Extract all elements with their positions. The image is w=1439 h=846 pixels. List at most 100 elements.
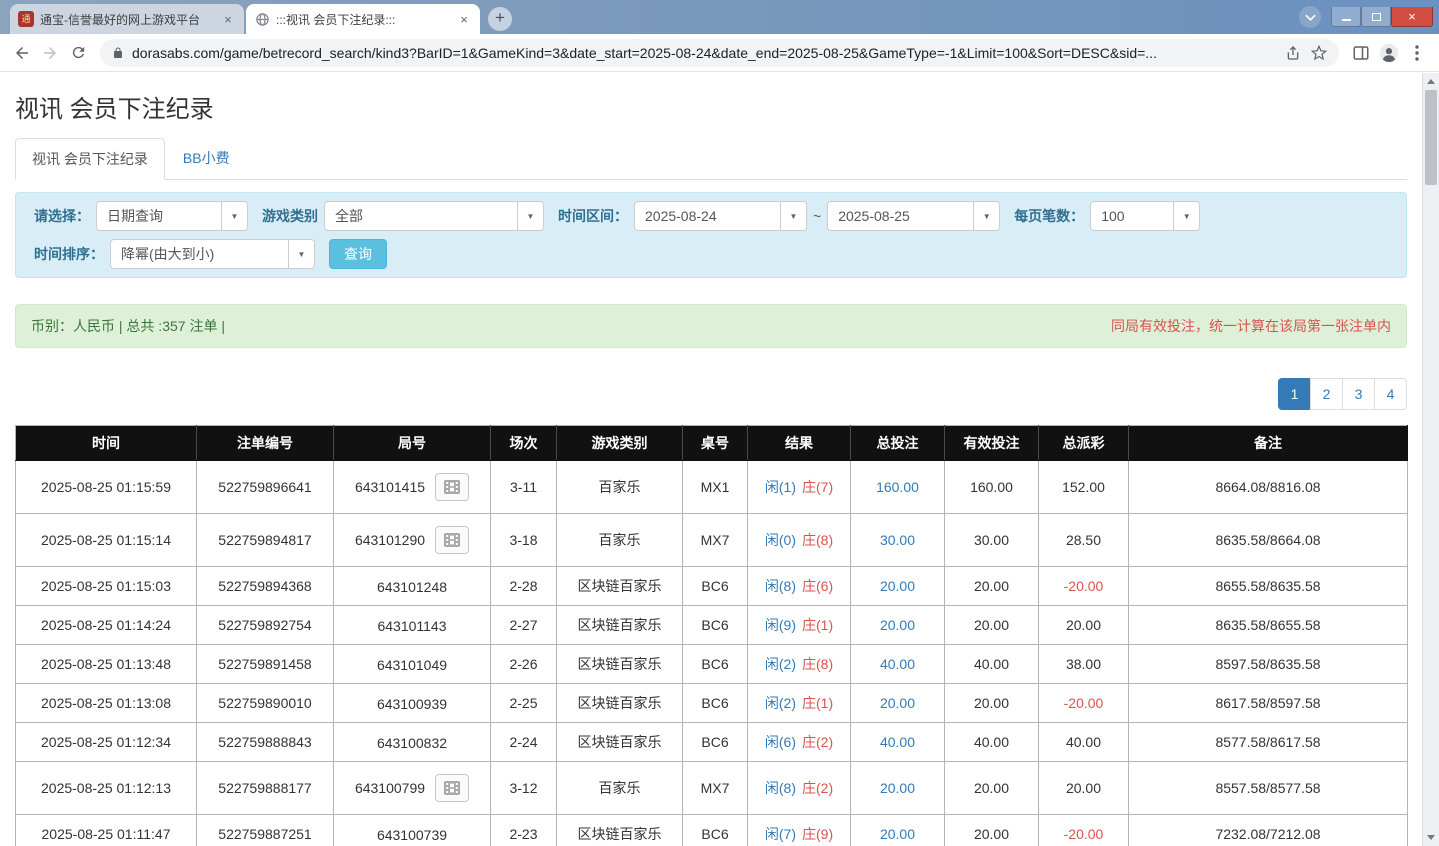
- bookmark-star-icon[interactable]: [1311, 45, 1327, 61]
- tab-betrecord[interactable]: 视讯 会员下注纪录: [15, 138, 165, 180]
- address-bar[interactable]: dorasabs.com/game/betrecord_search/kind3…: [100, 39, 1339, 67]
- page-button-2[interactable]: 2: [1310, 378, 1343, 410]
- browser-tab-active[interactable]: :::视讯 会员下注纪录::: ×: [246, 4, 480, 34]
- total-bet-link[interactable]: 40.00: [880, 734, 915, 750]
- cell-round-id: 643101049: [334, 645, 491, 684]
- col-header-bet-id: 注单编号: [197, 426, 334, 461]
- search-button[interactable]: 查询: [329, 239, 387, 269]
- cell-round-id: 643101143: [334, 606, 491, 645]
- scrollbar-down-arrow-icon[interactable]: [1423, 829, 1439, 846]
- cell-table-no: BC6: [683, 815, 748, 846]
- round-number: 643101415: [355, 479, 425, 495]
- cell-time: 2025-08-25 01:12:13: [16, 762, 197, 815]
- date-range-separator: ~: [813, 208, 821, 224]
- result-banker: 庄(7): [802, 479, 833, 495]
- back-icon[interactable]: [8, 39, 36, 67]
- forward-icon[interactable]: [36, 39, 64, 67]
- scrollbar-thumb[interactable]: [1425, 90, 1437, 185]
- window-maximize-button[interactable]: [1361, 7, 1391, 27]
- result-banker: 庄(8): [802, 656, 833, 672]
- page-button-1[interactable]: 1: [1278, 378, 1311, 410]
- total-bet-link[interactable]: 20.00: [880, 826, 915, 842]
- total-bet-link[interactable]: 20.00: [880, 695, 915, 711]
- total-bet-link[interactable]: 20.00: [880, 780, 915, 796]
- window-minimize-button[interactable]: [1331, 7, 1361, 27]
- table-header-row: 时间 注单编号 局号 场次 游戏类别 桌号 结果 总投注 有效投注 总派彩 备注: [16, 426, 1408, 461]
- result-banker: 庄(2): [802, 734, 833, 750]
- result-player: 闲(9): [765, 617, 796, 633]
- tab-search-chevron-icon[interactable]: [1299, 6, 1321, 28]
- cell-result: 闲(2)庄(8): [748, 645, 851, 684]
- table-row: 2025-08-25 01:12:13 522759888177 6431007…: [16, 762, 1408, 815]
- cell-round-id: 643101248: [334, 567, 491, 606]
- browser-menu-icon[interactable]: [1403, 39, 1431, 67]
- chevron-down-icon[interactable]: ▼: [288, 240, 314, 268]
- url-text[interactable]: dorasabs.com/game/betrecord_search/kind3…: [132, 45, 1275, 61]
- tab-close-icon[interactable]: ×: [220, 12, 236, 27]
- cell-time: 2025-08-25 01:14:24: [16, 606, 197, 645]
- total-bet-link[interactable]: 30.00: [880, 532, 915, 548]
- cell-time: 2025-08-25 01:15:14: [16, 514, 197, 567]
- share-icon[interactable]: [1285, 45, 1301, 61]
- date-start-select[interactable]: 2025-08-24 ▼: [634, 201, 807, 231]
- page-content: 视讯 会员下注纪录 视讯 会员下注纪录 BB小费 请选择： 日期查询 ▼ 游戏类…: [0, 73, 1422, 846]
- film-icon: [444, 533, 460, 547]
- cell-payout: 20.00: [1039, 762, 1129, 815]
- total-bet-link[interactable]: 40.00: [880, 656, 915, 672]
- tab-close-icon[interactable]: ×: [456, 12, 472, 27]
- cell-time: 2025-08-25 01:11:47: [16, 815, 197, 846]
- site-favicon: 通: [18, 11, 34, 27]
- cell-payout: -20.00: [1039, 567, 1129, 606]
- profile-avatar-icon[interactable]: [1375, 39, 1403, 67]
- chevron-down-icon[interactable]: ▼: [780, 202, 806, 230]
- total-bet-link[interactable]: 20.00: [880, 617, 915, 633]
- scrollbar-up-arrow-icon[interactable]: [1423, 73, 1439, 90]
- date-end-select[interactable]: 2025-08-25 ▼: [827, 201, 1000, 231]
- total-bet-link[interactable]: 160.00: [876, 479, 919, 495]
- result-banker: 庄(2): [802, 780, 833, 796]
- chevron-down-icon[interactable]: ▼: [517, 202, 543, 230]
- cell-payout: 20.00: [1039, 606, 1129, 645]
- page-button-3[interactable]: 3: [1342, 378, 1375, 410]
- cell-note: 8635.58/8664.08: [1129, 514, 1408, 567]
- chevron-down-icon[interactable]: ▼: [973, 202, 999, 230]
- cell-payout: 28.50: [1039, 514, 1129, 567]
- window-close-button[interactable]: ×: [1391, 7, 1433, 27]
- result-banker: 庄(1): [802, 617, 833, 633]
- game-type-select[interactable]: 全部 ▼: [324, 201, 544, 231]
- chevron-down-icon[interactable]: ▼: [1173, 202, 1199, 230]
- table-row: 2025-08-25 01:13:08 522759890010 6431009…: [16, 684, 1408, 723]
- film-icon: [444, 480, 460, 494]
- total-bet-link[interactable]: 20.00: [880, 578, 915, 594]
- chevron-down-icon[interactable]: ▼: [221, 202, 247, 230]
- cell-session: 2-27: [491, 606, 557, 645]
- side-panel-icon[interactable]: [1347, 39, 1375, 67]
- cell-total-bet: 40.00: [851, 723, 945, 762]
- cell-game-type: 区块链百家乐: [557, 606, 683, 645]
- cell-result: 闲(6)庄(2): [748, 723, 851, 762]
- cell-table-no: BC6: [683, 684, 748, 723]
- col-header-session: 场次: [491, 426, 557, 461]
- cell-total-bet: 20.00: [851, 762, 945, 815]
- per-page-select[interactable]: 100 ▼: [1090, 201, 1200, 231]
- sort-select[interactable]: 降幂(由大到小) ▼: [110, 239, 315, 269]
- cell-round-id: 643101290: [334, 514, 491, 567]
- page-button-4[interactable]: 4: [1374, 378, 1407, 410]
- cell-table-no: BC6: [683, 606, 748, 645]
- cell-table-no: MX7: [683, 762, 748, 815]
- cell-table-no: BC6: [683, 645, 748, 684]
- browser-tab-inactive[interactable]: 通 通宝-信誉最好的网上游戏平台 ×: [10, 4, 244, 34]
- tab-bb-tip[interactable]: BB小费: [167, 138, 246, 180]
- reload-icon[interactable]: [64, 39, 92, 67]
- video-replay-button[interactable]: [435, 526, 469, 554]
- cell-total-bet: 20.00: [851, 567, 945, 606]
- video-replay-button[interactable]: [435, 473, 469, 501]
- page-scrollbar[interactable]: [1422, 73, 1439, 846]
- new-tab-button[interactable]: +: [488, 7, 512, 31]
- query-type-select[interactable]: 日期查询 ▼: [96, 201, 248, 231]
- video-replay-button[interactable]: [435, 774, 469, 802]
- table-row: 2025-08-25 01:13:48 522759891458 6431010…: [16, 645, 1408, 684]
- padlock-icon[interactable]: [112, 46, 124, 60]
- cell-bet-id: 522759888843: [197, 723, 334, 762]
- col-header-time: 时间: [16, 426, 197, 461]
